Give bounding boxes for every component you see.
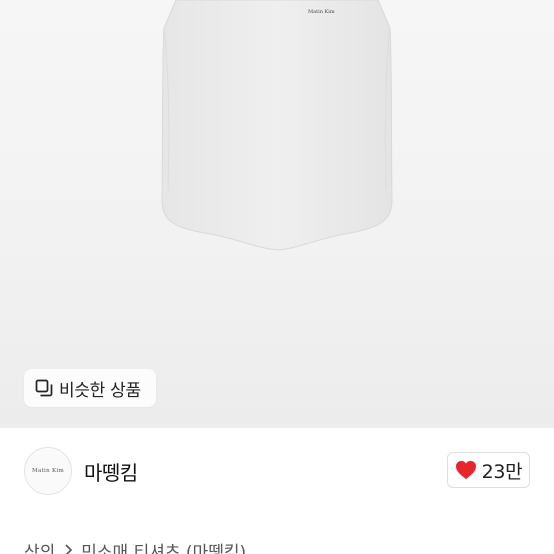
seller-row[interactable]: Matin Kim 마뗑킴 23만 [0, 428, 554, 518]
similar-items-icon [35, 379, 53, 397]
similar-items-label: 비슷한 상품 [59, 380, 141, 401]
breadcrumb-item-subcategory[interactable]: 민소매 티셔츠 (마뗑킴) [81, 538, 246, 554]
seller-avatar[interactable]: Matin Kim [24, 447, 72, 495]
product-photo: Matin Kim [161, 0, 393, 251]
brand-print: Matin Kim [308, 9, 335, 15]
product-image-area[interactable]: Matin Kim 비슷한 상품 [0, 0, 554, 428]
avatar-logo-text: Matin Kim [32, 468, 64, 474]
breadcrumb: 상의 민소매 티셔츠 (마뗑킴) [24, 538, 246, 554]
breadcrumb-item-category[interactable]: 상의 [24, 538, 55, 554]
seller-name[interactable]: 마뗑킴 [84, 457, 138, 486]
chevron-right-icon [65, 544, 73, 554]
tank-top-garment [161, 0, 393, 251]
similar-items-button[interactable]: 비슷한 상품 [24, 369, 156, 407]
like-button[interactable]: 23만 [447, 452, 530, 488]
heart-icon [455, 460, 476, 480]
like-count: 23만 [481, 460, 523, 483]
